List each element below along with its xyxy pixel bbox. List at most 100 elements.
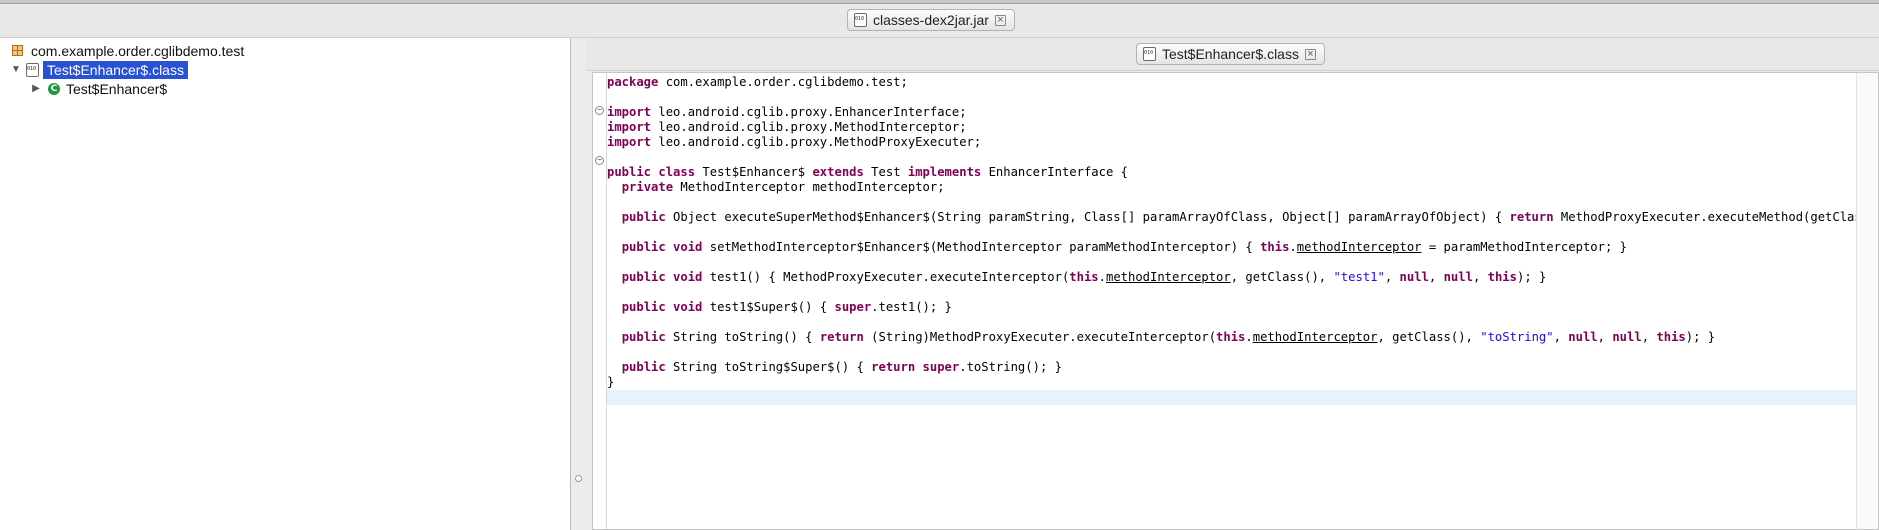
code-token: leo.android.cglib.proxy.MethodIntercepto… [651, 120, 967, 134]
code-token: . [1098, 270, 1106, 284]
keyword-token: null [1568, 330, 1598, 344]
code-token: , [1641, 330, 1657, 344]
code-token: , [1597, 330, 1613, 344]
code-token: = paramMethodInterceptor; } [1421, 240, 1627, 254]
tree-item-class-file[interactable]: ▼ Test$Enhancer$.class [10, 60, 188, 79]
tab-classes-jar[interactable]: classes-dex2jar.jar × [847, 9, 1015, 31]
tree-item-package[interactable]: com.example.order.cglibdemo.test [12, 41, 244, 60]
field-token: methodInterceptor [1252, 330, 1378, 344]
folding-ruler: − − [593, 73, 607, 529]
keyword-token: package [607, 75, 659, 89]
keyword-token: return [819, 330, 864, 344]
code-token: ); } [1685, 330, 1716, 344]
keyword-token: private [621, 180, 674, 194]
tree-item-class[interactable]: ▶ C Test$Enhancer$ [30, 79, 167, 98]
keyword-token: public [621, 360, 666, 374]
code-text[interactable]: package com.example.order.cglibdemo.test… [607, 73, 1857, 529]
editor-tab-bar: Test$Enhancer$.class × [586, 38, 1879, 71]
expanded-arrow-icon[interactable]: ▼ [10, 64, 22, 75]
close-icon[interactable]: × [1304, 48, 1316, 60]
class-file-icon [26, 62, 39, 77]
keyword-token: import [607, 120, 652, 134]
code-editor[interactable]: − − package com.example.order.cglibdemo.… [592, 72, 1879, 530]
field-token: methodInterceptor [1296, 240, 1422, 254]
keyword-token: public void [621, 240, 703, 254]
keyword-token: implements [907, 165, 982, 179]
code-line: public class Test$Enhancer$ extends Test… [607, 165, 1128, 180]
package-tree: com.example.order.cglibdemo.test ▼ Test$… [0, 38, 571, 530]
tab-class-file[interactable]: Test$Enhancer$.class × [1136, 43, 1325, 65]
keyword-token: import [607, 105, 652, 119]
code-line: import leo.android.cglib.proxy.MethodInt… [607, 120, 967, 135]
keyword-token: public [621, 330, 666, 344]
code-line: public void setMethodInterceptor$Enhance… [607, 240, 1627, 255]
keyword-token: this [1260, 240, 1290, 254]
fold-collapse-icon[interactable]: − [595, 156, 604, 165]
pane-splitter[interactable] [571, 38, 585, 530]
tab-label: classes-dex2jar.jar [873, 12, 989, 28]
code-token: . [1245, 330, 1253, 344]
package-icon [12, 45, 23, 56]
code-token: com.example.order.cglibdemo.test; [658, 75, 908, 89]
class-icon: C [48, 82, 60, 95]
jar-file-icon [854, 13, 867, 27]
keyword-token: return super [871, 360, 960, 374]
class-label: Test$Enhancer$ [66, 80, 168, 97]
code-token: MethodInterceptor methodInterceptor; [673, 180, 945, 194]
keyword-token: this [1656, 330, 1686, 344]
keyword-token: this [1487, 270, 1517, 284]
vertical-scrollbar[interactable] [1856, 73, 1878, 529]
code-line: import leo.android.cglib.proxy.MethodPro… [607, 135, 981, 150]
collapsed-arrow-icon[interactable]: ▶ [30, 83, 42, 94]
string-token: "test1" [1333, 270, 1385, 284]
keyword-token: public class [607, 165, 696, 179]
tab-label: Test$Enhancer$.class [1162, 46, 1299, 62]
code-token: ); } [1516, 270, 1547, 284]
fold-collapse-icon[interactable]: − [595, 106, 604, 115]
splitter-handle[interactable] [575, 475, 582, 482]
code-token: test1() { MethodProxyExecuter.executeInt… [702, 270, 1070, 284]
keyword-token: null [1399, 270, 1429, 284]
close-icon[interactable]: × [994, 14, 1006, 26]
code-line: public String toString() { return (Strin… [607, 330, 1715, 345]
code-token: .test1(); } [871, 300, 952, 314]
code-line: private MethodInterceptor methodIntercep… [607, 180, 945, 195]
class-file-label: Test$Enhancer$.class [43, 60, 188, 79]
keyword-token: public void [621, 270, 703, 284]
code-token: } [607, 375, 615, 389]
class-file-icon [1143, 47, 1156, 61]
code-line: public void test1() { MethodProxyExecute… [607, 270, 1547, 285]
keyword-token: public [621, 210, 666, 224]
code-token: String toString$Super$() { [665, 360, 872, 374]
code-token: , [1553, 330, 1569, 344]
keyword-token: null [1443, 270, 1473, 284]
keyword-token: return [1509, 210, 1554, 224]
keyword-token: extends [812, 165, 864, 179]
code-token: Object executeSuperMethod$Enhancer$(Stri… [665, 210, 1510, 224]
code-line: public Object executeSuperMethod$Enhance… [607, 210, 1857, 225]
code-token: , getClass(), [1377, 330, 1481, 344]
code-token: setMethodInterceptor$Enhancer$(MethodInt… [702, 240, 1261, 254]
code-token: MethodProxyExecuter.executeMethod(getCla… [1560, 210, 1857, 224]
code-token: test1$Super$() { [702, 300, 835, 314]
code-token: , [1428, 270, 1444, 284]
code-token: , getClass(), [1230, 270, 1334, 284]
top-tab-bar: classes-dex2jar.jar × [0, 4, 1879, 38]
code-token: Test [863, 165, 908, 179]
code-token: EnhancerInterface { [981, 165, 1128, 179]
code-token: leo.android.cglib.proxy.EnhancerInterfac… [651, 105, 967, 119]
current-line-highlight [607, 390, 1857, 405]
code-token: String toString() { [665, 330, 820, 344]
code-token: (String)MethodProxyExecuter.executeInter… [863, 330, 1217, 344]
string-token: "toString" [1480, 330, 1554, 344]
keyword-token: public void [621, 300, 703, 314]
field-token: methodInterceptor [1105, 270, 1231, 284]
code-token: , [1472, 270, 1488, 284]
